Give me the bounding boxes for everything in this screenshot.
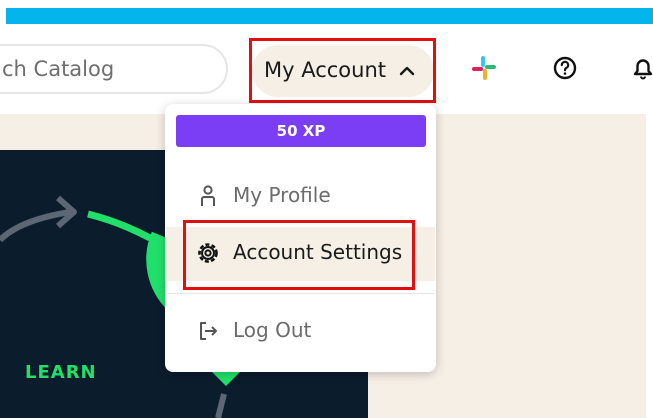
logout-icon — [200, 322, 217, 340]
top-accent-strip — [6, 8, 653, 24]
my-account-button[interactable]: My Account — [252, 45, 434, 97]
learn-label: LEARN — [25, 362, 97, 383]
menu-divider — [166, 293, 435, 294]
menu-item-label: Account Settings — [233, 240, 403, 264]
my-account-label: My Account — [264, 58, 387, 82]
gear-icon — [198, 243, 218, 263]
menu-item-label: Log Out — [233, 318, 312, 342]
slack-icon[interactable] — [468, 52, 500, 84]
top-banner — [0, 0, 653, 26]
chevron-up-icon — [399, 66, 415, 76]
help-icon[interactable] — [549, 52, 581, 84]
menu-item-label: My Profile — [233, 183, 331, 207]
person-icon — [201, 185, 215, 206]
bell-icon[interactable] — [627, 52, 653, 84]
search-input[interactable]: ch Catalog — [0, 44, 228, 94]
xp-badge: 50 XP — [176, 115, 426, 147]
search-placeholder: ch Catalog — [2, 57, 115, 81]
right-edge-strip — [646, 114, 653, 418]
menu-item-log-out[interactable]: Log Out — [166, 305, 435, 359]
menu-item-account-settings[interactable]: Account Settings — [166, 227, 435, 281]
menu-item-my-profile[interactable]: My Profile — [166, 170, 435, 224]
